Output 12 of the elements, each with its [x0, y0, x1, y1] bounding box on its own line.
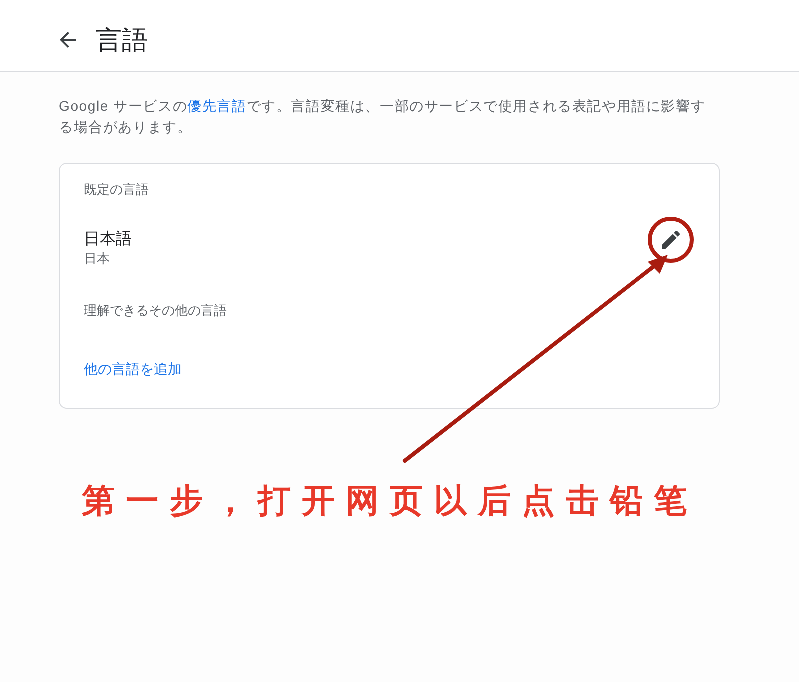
preferred-language-link[interactable]: 優先言語 — [188, 98, 247, 114]
highlight-ring — [648, 217, 694, 263]
annotation-caption: 第一步，打开网页以后点击铅笔 — [82, 481, 698, 521]
language-name: 日本語 — [84, 230, 132, 250]
page-title: 言語 — [96, 24, 148, 56]
section-heading: 理解できるその他の言語 — [84, 302, 228, 320]
add-language-link[interactable]: 他の言語を追加 — [84, 359, 182, 379]
pencil-icon — [662, 231, 680, 249]
description-text: Google サービスの優先言語です。言語変種は、一部のサービスで使用される表記や用語に影響する場合があります。 — [59, 97, 707, 137]
language-region: 日本 — [84, 250, 111, 268]
section-heading: 既定の言語 — [84, 181, 150, 199]
back-arrow-icon — [60, 32, 76, 48]
